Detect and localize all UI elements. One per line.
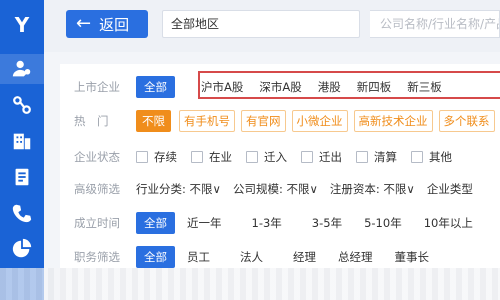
- listed-all-option[interactable]: 全部: [136, 76, 175, 98]
- filter-label: 热 门: [74, 114, 109, 128]
- position-all-option[interactable]: 全部: [136, 246, 175, 268]
- status-option-label: 在业: [209, 150, 232, 164]
- filter-row-status: 企业状态 存续 在业 迁入 迁出 清算 其他: [60, 144, 500, 170]
- page-edge-artifact: [0, 268, 500, 300]
- position-option[interactable]: 董事长: [395, 249, 430, 265]
- status-option-label: 迁入: [264, 150, 287, 164]
- company-size-dropdown[interactable]: 公司规模: 不限∨: [233, 181, 318, 197]
- nav-phone-icon[interactable]: [0, 198, 44, 228]
- filter-row-advanced: 高级筛选 行业分类: 不限∨ 公司规模: 不限∨ 注册资本: 不限∨ 企业类型: [60, 176, 500, 202]
- filter-row-hot: 热 门 不限 有手机号 有官网 小微企业 高新技术企业 多个联系: [60, 108, 500, 134]
- nav-report-icon[interactable]: [0, 162, 44, 192]
- back-button-label: 返回: [99, 15, 130, 34]
- founded-option[interactable]: 近一年: [187, 215, 222, 231]
- nav-building-icon[interactable]: [0, 126, 44, 156]
- app-logo: Y: [14, 13, 30, 37]
- status-checkbox[interactable]: 迁出: [301, 149, 342, 165]
- position-option[interactable]: 经理: [293, 249, 316, 265]
- company-type-dropdown[interactable]: 企业类型: [427, 181, 473, 197]
- founded-option[interactable]: 10年以上: [424, 215, 473, 231]
- back-button[interactable]: ← 返回: [66, 10, 148, 38]
- status-checkbox[interactable]: 存续: [136, 149, 177, 165]
- founded-option[interactable]: 5-10年: [364, 215, 402, 231]
- nav-chart-icon[interactable]: [0, 234, 44, 264]
- checkbox-box: [301, 151, 313, 163]
- checkbox-box: [191, 151, 203, 163]
- filter-label: 高级筛选: [74, 182, 120, 196]
- filter-label: 成立时间: [74, 216, 120, 230]
- capital-dropdown[interactable]: 注册资本: 不限∨: [330, 181, 415, 197]
- founded-option[interactable]: 3-5年: [312, 215, 342, 231]
- position-option[interactable]: 法人: [240, 249, 263, 265]
- filter-panel: 上市企业 全部 沪市A股 深市A股 港股 新四板 新三板 热 门 不限 有手机号…: [60, 64, 500, 300]
- status-option-label: 其他: [429, 150, 452, 164]
- founded-option[interactable]: 1-3年: [252, 215, 282, 231]
- checkbox-box: [246, 151, 258, 163]
- status-checkbox[interactable]: 其他: [411, 149, 452, 165]
- status-checkbox[interactable]: 清算: [356, 149, 397, 165]
- status-option-label: 清算: [374, 150, 397, 164]
- checkbox-box: [411, 151, 423, 163]
- filter-row-founded: 成立时间 全部 近一年 1-3年 3-5年 5-10年 10年以上: [60, 210, 500, 236]
- checkbox-box: [136, 151, 148, 163]
- industry-dropdown[interactable]: 行业分类: 不限∨: [136, 181, 221, 197]
- hot-option[interactable]: 小微企业: [291, 110, 348, 132]
- founded-all-option[interactable]: 全部: [136, 212, 175, 234]
- highlight-box: [198, 71, 500, 99]
- region-select[interactable]: 全部地区: [162, 10, 360, 38]
- hot-option[interactable]: 高新技术企业: [353, 110, 433, 132]
- nav-company-icon[interactable]: [0, 54, 44, 84]
- filter-row-position: 职务筛选 全部 员工 法人 经理 总经理 董事长: [60, 244, 500, 270]
- nav-relation-icon[interactable]: [0, 90, 44, 120]
- checkbox-box: [356, 151, 368, 163]
- filter-label: 上市企业: [74, 80, 120, 94]
- filter-label: 企业状态: [74, 150, 120, 164]
- status-option-label: 存续: [154, 150, 177, 164]
- hot-selected-option[interactable]: 不限: [136, 110, 171, 132]
- filter-label: 职务筛选: [74, 250, 120, 264]
- hot-option[interactable]: 有手机号: [179, 110, 235, 132]
- hot-option[interactable]: 多个联系: [438, 110, 495, 132]
- hot-option[interactable]: 有官网: [241, 110, 286, 132]
- arrow-left-icon: ←: [76, 13, 92, 34]
- status-checkbox[interactable]: 迁入: [246, 149, 287, 165]
- top-bar: ← 返回 全部地区 公司名称/行业名称/产品名称: [44, 0, 500, 52]
- status-option-label: 迁出: [319, 150, 342, 164]
- position-option[interactable]: 总经理: [338, 249, 373, 265]
- left-nav-rail: Y: [0, 0, 44, 300]
- position-option[interactable]: 员工: [187, 249, 210, 265]
- search-input[interactable]: 公司名称/行业名称/产品名称: [370, 10, 500, 38]
- status-checkbox[interactable]: 在业: [191, 149, 232, 165]
